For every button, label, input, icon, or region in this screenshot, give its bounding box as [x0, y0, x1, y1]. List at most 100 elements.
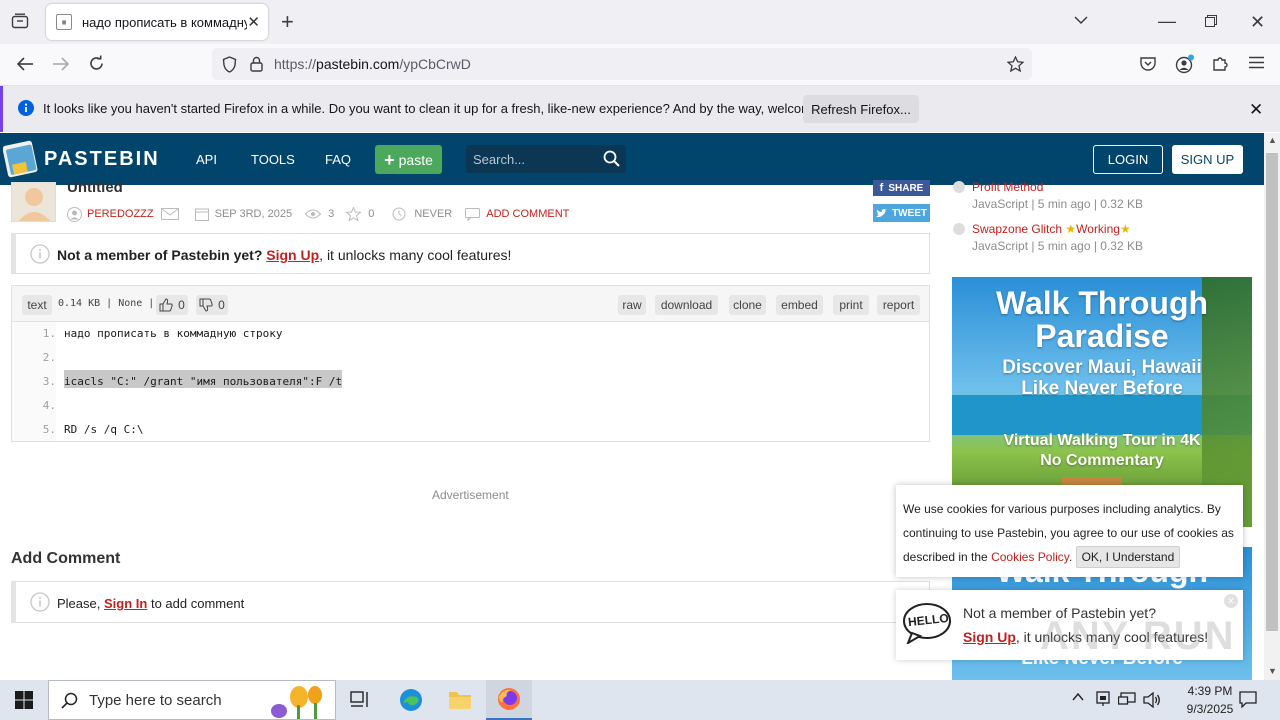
search-placeholder: Search... [473, 152, 526, 167]
scrollbar-thumb[interactable] [1266, 153, 1278, 631]
notifications-center-icon[interactable] [1239, 691, 1257, 708]
show-hidden-icons-chevron-icon[interactable] [1072, 692, 1084, 702]
signup-button[interactable]: SIGN UP [1172, 145, 1243, 174]
forward-arrow-icon[interactable] [52, 56, 70, 72]
raw-button[interactable]: raw [618, 295, 646, 315]
recent-paste-item[interactable]: Swapzone Glitch ★Working★ JavaScript | 5… [952, 222, 1143, 253]
firefox-taskbar-item[interactable] [486, 680, 532, 720]
minimize-window-icon[interactable]: — [1158, 12, 1176, 30]
recent-paste-title[interactable]: Profit Method [972, 180, 1143, 194]
code-line: 1. надо прописать в коммадную строку [42, 327, 283, 340]
file-explorer-icon[interactable] [448, 689, 472, 711]
clone-button[interactable]: clone [729, 295, 766, 315]
list-tabs-chevron-icon[interactable] [1074, 13, 1088, 27]
code-line: 2. [42, 351, 56, 364]
ad-subline: Like Never Before [1021, 378, 1183, 399]
url-text[interactable]: https://pastebin.com/ypCbCrwD [274, 56, 471, 72]
report-button[interactable]: report [877, 295, 920, 315]
info-circle-icon [30, 244, 50, 264]
message-envelope-icon[interactable] [160, 208, 179, 220]
download-button[interactable]: download [655, 295, 718, 315]
twitter-tweet-button[interactable]: TWEET [873, 204, 930, 222]
paste-globe-icon [952, 180, 966, 194]
clock-time[interactable]: 4:39 PM [1175, 684, 1245, 698]
nav-tools[interactable]: TOOLS [251, 152, 295, 167]
pastebin-logo-icon[interactable] [3, 139, 39, 179]
page-scrollbar[interactable]: ▲ ▼ [1264, 133, 1280, 680]
recent-paste-title[interactable]: Swapzone Glitch ★Working★ [972, 222, 1143, 236]
nav-api[interactable]: API [196, 152, 217, 167]
tab-overview-icon[interactable] [11, 13, 29, 29]
scroll-down-arrow-icon[interactable]: ▼ [1268, 666, 1277, 676]
tracking-shield-icon[interactable] [222, 56, 237, 73]
back-arrow-icon[interactable] [16, 56, 34, 72]
add-comment-link[interactable]: ADD COMMENT [486, 208, 569, 220]
new-paste-button[interactable]: + paste [375, 145, 442, 174]
info-icon [18, 100, 34, 116]
network-device-icon[interactable] [1096, 691, 1110, 707]
signup-link[interactable]: Sign Up [266, 247, 319, 263]
address-bar[interactable]: https://pastebin.com/ypCbCrwD [212, 48, 1032, 80]
search-input[interactable]: Search... [466, 145, 626, 173]
recent-paste-meta: JavaScript | 5 min ago | 0.32 KB [972, 239, 1143, 253]
user-icon [67, 206, 82, 222]
extensions-puzzle-icon[interactable] [1212, 55, 1229, 72]
facebook-share-button[interactable]: f SHARE [873, 180, 930, 196]
windows-taskbar: Type here to search 4:39 PM 9/3/2025 [0, 680, 1280, 720]
syntax-format-badge[interactable]: text [22, 295, 52, 315]
taskbar-search-placeholder: Type here to search [89, 692, 222, 709]
pastebin-favicon-icon: ▦ [56, 14, 72, 30]
thumbs-up-icon [159, 298, 173, 312]
author-link[interactable]: PEREDOZZZ [87, 208, 154, 220]
recent-paste-meta: JavaScript | 5 min ago | 0.32 KB [972, 197, 1143, 211]
pastebin-header: PASTEBIN API TOOLS FAQ + paste Search...… [0, 133, 1264, 185]
ad-tagline: Virtual Walking Tour in 4K [1003, 432, 1201, 449]
volume-speaker-icon[interactable] [1143, 692, 1161, 708]
cookie-text: We use cookies for various purposes incl… [903, 502, 1234, 564]
like-button[interactable]: 0 [156, 295, 188, 315]
print-button[interactable]: print [833, 295, 869, 315]
nav-faq[interactable]: FAQ [325, 152, 351, 167]
close-window-icon[interactable]: ✕ [1250, 13, 1265, 31]
author-avatar[interactable] [11, 182, 56, 222]
signin-comment-text: Please, Sign In to add comment [57, 596, 245, 611]
login-button[interactable]: LOGIN [1093, 145, 1163, 174]
close-tab-icon[interactable]: ✕ [247, 13, 260, 31]
close-notification-icon[interactable]: ✕ [1249, 100, 1263, 120]
refresh-firefox-button[interactable]: Refresh Firefox... [803, 95, 919, 123]
popup-signup-link[interactable]: Sign Up [963, 629, 1016, 645]
clock-date[interactable]: 9/3/2025 [1175, 702, 1245, 716]
account-icon[interactable] [1175, 54, 1195, 74]
lock-icon[interactable] [250, 56, 263, 72]
recent-paste-item[interactable]: Profit Method JavaScript | 5 min ago | 0… [952, 180, 1143, 211]
member-banner: Not a member of Pastebin yet? Sign Up, i… [11, 233, 930, 274]
bookmark-star-icon[interactable] [1007, 56, 1024, 72]
restore-window-icon[interactable] [1205, 15, 1217, 27]
dislike-button[interactable]: 0 [196, 295, 228, 315]
cookie-accept-button[interactable]: OK, I Understand [1075, 546, 1181, 568]
star-emoji-icon: ★ [1065, 222, 1077, 236]
paste-code-box: text 0.14 KB | None | 0 0 raw download c… [11, 285, 930, 442]
windows-start-icon[interactable] [15, 691, 33, 709]
signin-link[interactable]: Sign In [104, 596, 147, 611]
add-comment-heading: Add Comment [11, 550, 121, 567]
task-view-icon[interactable] [350, 691, 370, 709]
star-icon[interactable] [346, 207, 362, 221]
close-popup-icon[interactable]: ✕ [1224, 594, 1238, 608]
search-icon[interactable] [603, 150, 620, 167]
browser-tab[interactable]: ▦ надо прописать в коммадную ✕ [46, 4, 268, 40]
reload-icon[interactable] [88, 55, 105, 72]
app-menu-hamburger-icon[interactable] [1249, 56, 1264, 69]
scroll-up-arrow-icon[interactable]: ▲ [1268, 135, 1277, 145]
pastebin-brand[interactable]: PASTEBIN [44, 148, 160, 171]
search-icon [61, 692, 78, 709]
taskbar-search-input[interactable]: Type here to search [48, 680, 336, 720]
calendar-icon [194, 207, 209, 221]
embed-button[interactable]: embed [776, 295, 823, 315]
pocket-icon[interactable] [1140, 56, 1156, 71]
notification-message: It looks like you haven't started Firefo… [43, 101, 854, 116]
new-tab-icon[interactable]: + [281, 11, 294, 33]
cookies-policy-link[interactable]: Cookies Policy [991, 550, 1069, 564]
ethernet-network-icon[interactable] [1118, 692, 1136, 707]
edge-browser-icon[interactable] [399, 688, 423, 712]
